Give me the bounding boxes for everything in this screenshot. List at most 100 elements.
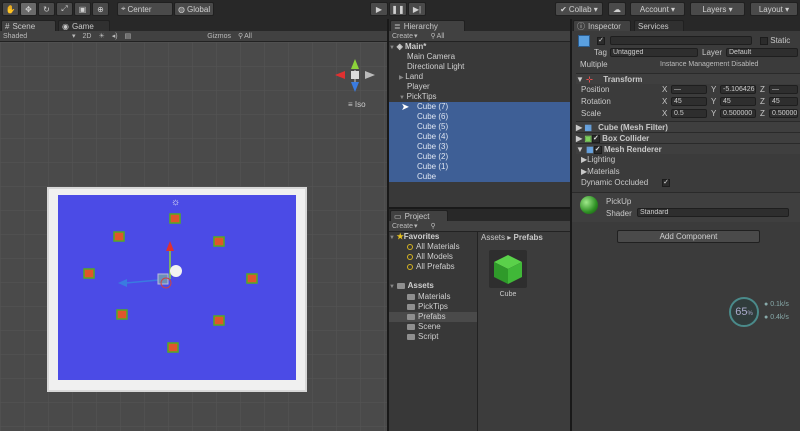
audio-toggle-icon[interactable]: ◂): [112, 32, 118, 40]
layer-dropdown[interactable]: Default: [726, 48, 798, 57]
material-sphere-icon: [580, 196, 598, 214]
favorite-item[interactable]: All Prefabs: [389, 262, 477, 272]
transform-header[interactable]: ▼ ⊹ Transform: [576, 73, 800, 84]
assets-node[interactable]: ▼ Assets: [389, 281, 477, 291]
pickup-cube[interactable]: [83, 268, 95, 279]
orientation-gizmo[interactable]: [330, 56, 380, 96]
star-icon: ★: [396, 232, 404, 241]
hierarchy-item[interactable]: Main Camera: [389, 52, 570, 62]
favorites-node[interactable]: ▼ ★Favorites: [389, 232, 477, 242]
pickup-cube[interactable]: [213, 236, 225, 247]
hierarchy-item-selected[interactable]: Cube (5): [389, 122, 570, 132]
scene-search-input[interactable]: All: [244, 33, 252, 40]
asset-folder[interactable]: PickTips: [389, 302, 477, 312]
directional-light-icon[interactable]: ☼: [171, 197, 180, 208]
move-gizmo[interactable]: [110, 237, 200, 297]
scene-viewport[interactable]: ☼ ≡ Iso: [0, 42, 387, 431]
rotation-x-field[interactable]: 45: [671, 97, 707, 106]
light-toggle-icon[interactable]: ☀: [98, 32, 104, 40]
layers-dropdown[interactable]: Layers ▾: [690, 2, 745, 16]
folder-icon: [407, 313, 415, 320]
pickup-cube[interactable]: [167, 342, 179, 353]
hierarchy-item[interactable]: Directional Light: [389, 62, 570, 72]
favorite-item[interactable]: All Materials: [389, 242, 477, 252]
scale-tool-icon[interactable]: ⤢: [56, 2, 73, 16]
hierarchy-item-selected[interactable]: Cube: [389, 172, 570, 182]
scale-y-field[interactable]: 0.500000: [720, 109, 756, 118]
position-x-field[interactable]: —: [671, 85, 707, 94]
search-icon: ⚲: [237, 33, 244, 40]
account-dropdown[interactable]: Account ▾: [630, 2, 685, 16]
breadcrumb-separator: ▸: [507, 233, 512, 242]
hierarchy-item-selected[interactable]: Cube (2): [389, 152, 570, 162]
hierarchy-item[interactable]: ▼ PickTips: [389, 92, 570, 102]
transform-tool-icon[interactable]: ⊕: [92, 2, 109, 16]
active-checkbox[interactable]: ✓: [597, 36, 605, 45]
asset-folder-selected[interactable]: Prefabs: [389, 312, 477, 322]
tag-dropdown[interactable]: Untagged: [610, 48, 698, 57]
hierarchy-item-selected[interactable]: Cube (6): [389, 112, 570, 122]
lighting-foldout[interactable]: ▶Lighting: [576, 154, 800, 165]
shader-dropdown[interactable]: Standard: [637, 208, 789, 217]
asset-folder[interactable]: Script: [389, 332, 477, 342]
hierarchy-create-button[interactable]: Create: [392, 33, 413, 40]
rotation-z-field[interactable]: 45: [769, 97, 798, 106]
asset-label[interactable]: Cube: [489, 291, 527, 298]
asset-thumbnail[interactable]: [489, 250, 527, 288]
static-toggle[interactable]: Static: [760, 36, 790, 45]
pickup-cube[interactable]: [116, 309, 128, 320]
pickup-cube[interactable]: [246, 273, 258, 284]
pickup-cube[interactable]: [213, 315, 225, 326]
search-filter-icon: [407, 253, 413, 260]
dynamic-occluded-checkbox[interactable]: ✓: [662, 178, 670, 187]
asset-folder[interactable]: Materials: [389, 292, 477, 302]
projection-label[interactable]: ≡ Iso: [348, 100, 366, 109]
box-collider-checkbox[interactable]: ✓: [591, 134, 600, 143]
hierarchy-item-selected[interactable]: Cube (4): [389, 132, 570, 142]
hierarchy-item[interactable]: ▶ Land: [389, 72, 570, 82]
hierarchy-item[interactable]: Player: [389, 82, 570, 92]
play-button[interactable]: ▶: [370, 2, 388, 16]
shading-dropdown[interactable]: Shaded: [3, 33, 65, 40]
hand-tool-icon[interactable]: ✋: [2, 2, 19, 16]
breadcrumb-assets[interactable]: Assets: [481, 233, 505, 242]
hierarchy-item-selected[interactable]: Cube (1): [389, 162, 570, 172]
scale-z-field[interactable]: 0.500000: [769, 109, 798, 118]
breadcrumb-current[interactable]: Prefabs: [514, 233, 543, 242]
project-create-button[interactable]: Create: [392, 223, 413, 230]
position-y-field[interactable]: -5.106426: [720, 85, 756, 94]
hierarchy-item-selected[interactable]: Cube (7): [389, 102, 570, 112]
box-collider-header[interactable]: ▶ ▣✓ Box Collider: [576, 132, 800, 143]
layout-dropdown[interactable]: Layout ▾: [750, 2, 798, 16]
move-tool-icon[interactable]: ✥: [20, 2, 37, 16]
mesh-renderer-header[interactable]: ▼ ▦✓ Mesh Renderer: [576, 143, 800, 154]
position-z-field[interactable]: —: [769, 85, 798, 94]
gizmos-dropdown[interactable]: Gizmos: [207, 33, 231, 40]
asset-folder[interactable]: Scene: [389, 322, 477, 332]
collab-dropdown[interactable]: ✔ Collab ▾: [555, 2, 603, 16]
hierarchy-search-input[interactable]: All: [437, 33, 445, 40]
mesh-renderer-checkbox[interactable]: ✓: [593, 145, 602, 154]
step-button[interactable]: ▶|: [408, 2, 426, 16]
effects-toggle-icon[interactable]: ▤: [125, 32, 132, 40]
axis-y-label: Y: [711, 97, 717, 106]
add-component-button[interactable]: Add Component: [617, 230, 760, 243]
toggle-2d[interactable]: 2D: [83, 33, 92, 40]
rect-tool-icon[interactable]: ▣: [74, 2, 91, 16]
layout-label: Layout: [758, 4, 783, 14]
scale-x-field[interactable]: 0.5: [671, 109, 707, 118]
cloud-icon[interactable]: ☁: [608, 2, 626, 16]
mesh-filter-header[interactable]: ▶ ▦ Cube (Mesh Filter): [576, 121, 800, 132]
rotation-y-field[interactable]: 45: [720, 97, 756, 106]
pause-button[interactable]: ❚❚: [389, 2, 407, 16]
scene-root-item[interactable]: ▼ ◈ Main*: [389, 42, 570, 52]
name-field[interactable]: [610, 36, 752, 45]
hierarchy-item-selected[interactable]: Cube (3): [389, 142, 570, 152]
pivot-toggle-button[interactable]: ⌖ Center: [117, 2, 173, 16]
globe-icon: ◍: [178, 4, 185, 14]
favorite-item[interactable]: All Models: [389, 252, 477, 262]
space-toggle-button[interactable]: ◍ Global: [174, 2, 214, 16]
pickup-cube[interactable]: [169, 213, 181, 224]
rotate-tool-icon[interactable]: ↻: [38, 2, 55, 16]
materials-foldout[interactable]: ▶Materials: [576, 166, 800, 177]
